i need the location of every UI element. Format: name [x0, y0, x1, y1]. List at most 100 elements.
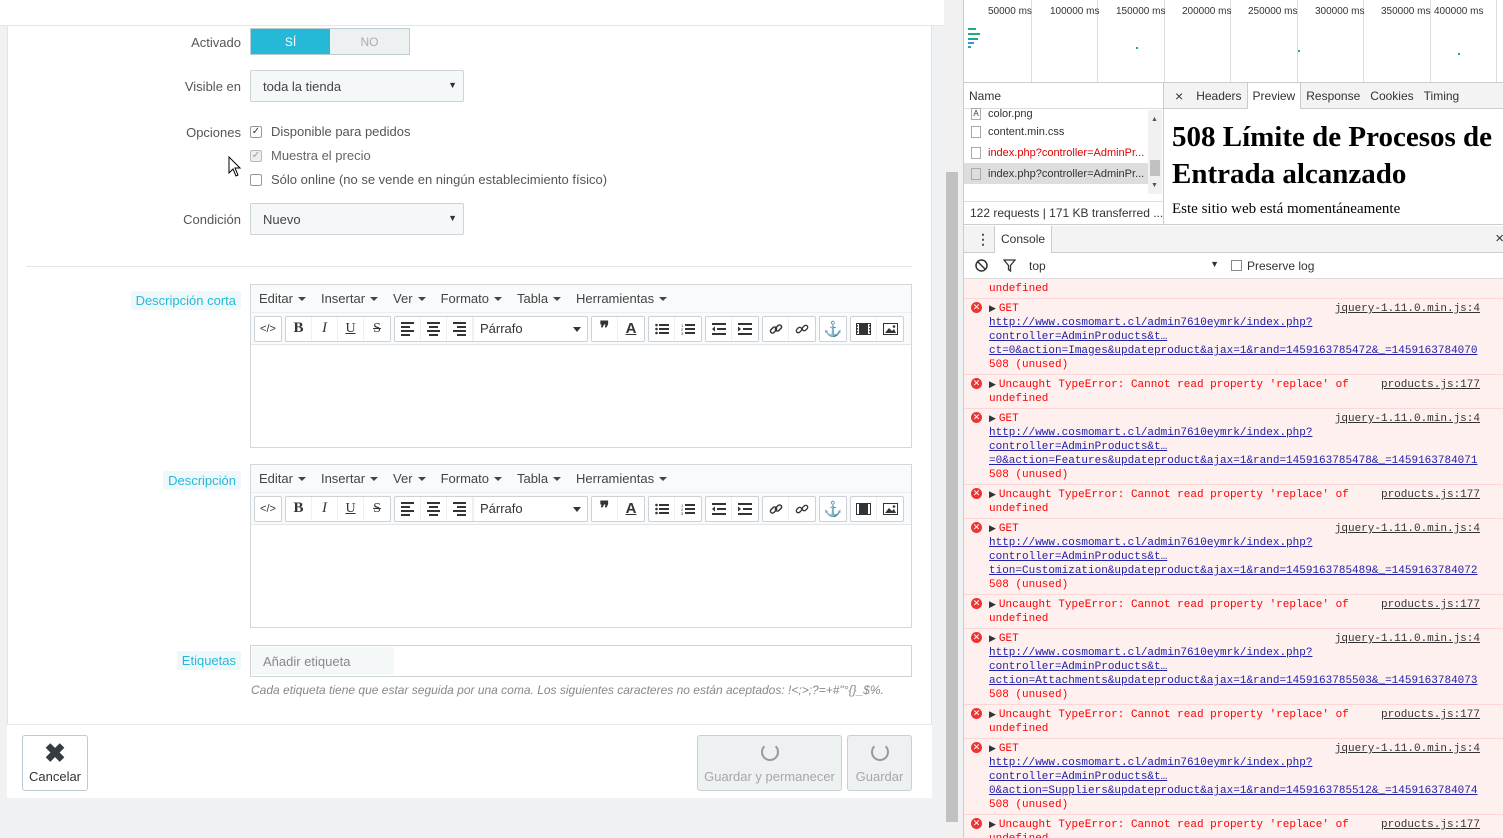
- menu-formato[interactable]: Formato: [441, 291, 502, 306]
- blockquote-icon[interactable]: ❞: [592, 316, 618, 341]
- tab-preview[interactable]: Preview: [1246, 83, 1302, 109]
- text-color-icon[interactable]: A: [618, 497, 644, 521]
- media-icon[interactable]: [851, 496, 877, 521]
- request-url[interactable]: controller=AdminProducts&t…: [989, 660, 1480, 674]
- tags-field[interactable]: Añadir etiqueta: [250, 645, 912, 677]
- expand-triangle-icon[interactable]: ▶: [989, 304, 996, 314]
- expand-triangle-icon[interactable]: ▶: [989, 414, 996, 424]
- anchor-icon[interactable]: ⚓: [820, 317, 846, 341]
- switch-no[interactable]: NO: [330, 29, 409, 54]
- menu-editar[interactable]: Editar: [259, 291, 306, 306]
- bold-icon[interactable]: B: [286, 316, 312, 341]
- expand-triangle-icon[interactable]: ▶: [989, 820, 996, 830]
- numbered-list-icon[interactable]: 123: [675, 497, 701, 521]
- menu-tabla[interactable]: Tabla: [517, 471, 561, 486]
- blockquote-icon[interactable]: ❞: [592, 496, 618, 521]
- align-left-icon[interactable]: [395, 316, 421, 341]
- menu-editar[interactable]: Editar: [259, 471, 306, 486]
- expand-triangle-icon[interactable]: ▶: [989, 490, 996, 500]
- code-icon[interactable]: </>: [255, 317, 281, 341]
- indent-icon[interactable]: [732, 497, 758, 521]
- console-type-error[interactable]: ✕ products.js:177 ▶ Uncaught TypeError: Can…: [964, 595, 1503, 629]
- console-network-error[interactable]: ✕ jquery-1.11.0.min.js:4 ▶ GET http://www.co…: [964, 629, 1503, 705]
- source-link[interactable]: jquery-1.11.0.min.js:4: [1335, 742, 1480, 756]
- menu-ver[interactable]: Ver: [393, 471, 426, 486]
- save-and-stay-button[interactable]: Guardar y permanecer: [697, 735, 842, 791]
- request-url[interactable]: tion=Customization&updateproduct&ajax=1&…: [989, 564, 1480, 578]
- request-url[interactable]: 0&action=Suppliers&updateproduct&ajax=1&…: [989, 784, 1480, 798]
- page-scrollbar[interactable]: [944, 0, 960, 838]
- anchor-icon[interactable]: ⚓: [820, 497, 846, 521]
- source-link[interactable]: jquery-1.11.0.min.js:4: [1335, 412, 1480, 426]
- expand-triangle-icon[interactable]: ▶: [989, 600, 996, 610]
- console-type-error[interactable]: ✕ products.js:177 ▶ Uncaught TypeError: Can…: [964, 705, 1503, 739]
- underline-icon[interactable]: U: [338, 316, 364, 341]
- save-button[interactable]: Guardar: [847, 735, 912, 791]
- bullet-list-icon[interactable]: [649, 316, 675, 341]
- request-row-selected[interactable]: index.php?controller=AdminPr...: [964, 163, 1148, 184]
- request-url[interactable]: controller=AdminProducts&t…: [989, 330, 1480, 344]
- option-available-orders[interactable]: ✓ Disponible para pedidos: [250, 124, 410, 139]
- request-url[interactable]: http://www.cosmomart.cl/admin7610eymrk/i…: [989, 536, 1480, 550]
- menu-herramientas[interactable]: Herramientas: [576, 471, 667, 486]
- option-online-only[interactable]: Sólo online (no se vende en ningún estab…: [250, 172, 607, 187]
- strikethrough-icon[interactable]: S: [364, 497, 390, 521]
- tags-input[interactable]: Añadir etiqueta: [252, 647, 394, 675]
- request-url[interactable]: http://www.cosmomart.cl/admin7610eymrk/i…: [989, 646, 1480, 660]
- menu-herramientas[interactable]: Herramientas: [576, 291, 667, 306]
- checkbox-checked-disabled-icon[interactable]: ✓: [250, 149, 262, 162]
- code-icon[interactable]: </>: [255, 497, 281, 521]
- scroll-down-icon[interactable]: ▼: [1151, 182, 1158, 189]
- preserve-log-checkbox[interactable]: Preserve log: [1231, 259, 1314, 273]
- source-link[interactable]: products.js:177: [1381, 488, 1480, 502]
- request-url[interactable]: =0&action=Features&updateproduct&ajax=1&…: [989, 454, 1480, 468]
- media-icon[interactable]: [851, 316, 877, 341]
- tab-response[interactable]: Response: [1301, 83, 1365, 109]
- outdent-icon[interactable]: [706, 316, 732, 341]
- italic-icon[interactable]: I: [312, 316, 338, 341]
- request-row[interactable]: content.min.css: [964, 121, 1148, 142]
- tab-cookies[interactable]: Cookies: [1365, 83, 1418, 109]
- expand-triangle-icon[interactable]: ▶: [989, 380, 996, 390]
- checkbox-unchecked-icon[interactable]: [1231, 260, 1242, 271]
- request-row[interactable]: index.php?controller=AdminPr...: [964, 142, 1148, 163]
- checkbox-unchecked-icon[interactable]: [250, 173, 262, 186]
- console-network-error[interactable]: ✕ jquery-1.11.0.min.js:4 ▶ GET http://www.co…: [964, 519, 1503, 595]
- description-editor[interactable]: Editar Insertar Ver Formato Tabla Herram…: [250, 464, 912, 628]
- short-description-content[interactable]: [251, 345, 911, 447]
- tab-console[interactable]: Console: [994, 225, 1053, 253]
- activado-switch[interactable]: SÍ NO: [250, 28, 410, 55]
- source-link[interactable]: products.js:177: [1381, 598, 1480, 612]
- expand-triangle-icon[interactable]: ▶: [989, 710, 996, 720]
- close-icon[interactable]: ×: [1170, 83, 1191, 109]
- console-network-error[interactable]: ✕ jquery-1.11.0.min.js:4 ▶ GET http://www.co…: [964, 299, 1503, 375]
- source-link[interactable]: products.js:177: [1381, 818, 1480, 832]
- network-timeline[interactable]: 50000 ms 100000 ms 150000 ms 200000 ms 2…: [964, 0, 1503, 83]
- expand-triangle-icon[interactable]: ▶: [989, 744, 996, 754]
- bullet-list-icon[interactable]: [649, 496, 675, 521]
- filter-icon[interactable]: [1003, 259, 1016, 272]
- strikethrough-icon[interactable]: S: [364, 317, 390, 341]
- request-url[interactable]: controller=AdminProducts&t…: [989, 770, 1480, 784]
- console-log[interactable]: undefined ✕ jquery-1.11.0.min.js:4 ▶ GET htt…: [964, 279, 1503, 838]
- unlink-icon[interactable]: [789, 317, 815, 341]
- visible-select[interactable]: toda la tienda ▼: [250, 70, 464, 102]
- close-drawer-icon[interactable]: ×: [1495, 230, 1503, 247]
- underline-icon[interactable]: U: [338, 496, 364, 521]
- menu-insertar[interactable]: Insertar: [321, 471, 378, 486]
- link-icon[interactable]: [763, 316, 789, 341]
- image-icon[interactable]: [877, 497, 903, 521]
- request-row[interactable]: Acolor.png: [964, 106, 1148, 121]
- console-type-error[interactable]: ✕ products.js:177 ▶ Uncaught TypeError: Can…: [964, 485, 1503, 519]
- source-link[interactable]: jquery-1.11.0.min.js:4: [1335, 632, 1480, 646]
- tab-headers[interactable]: Headers: [1191, 83, 1246, 109]
- console-network-error[interactable]: ✕ jquery-1.11.0.min.js:4 ▶ GET http://www.co…: [964, 739, 1503, 815]
- menu-ver[interactable]: Ver: [393, 291, 426, 306]
- bold-icon[interactable]: B: [286, 496, 312, 521]
- option-show-price[interactable]: ✓ Muestra el precio: [250, 148, 371, 163]
- numbered-list-icon[interactable]: 123: [675, 317, 701, 341]
- request-url[interactable]: http://www.cosmomart.cl/admin7610eymrk/i…: [989, 426, 1480, 440]
- request-url[interactable]: action=Attachments&updateproduct&ajax=1&…: [989, 674, 1480, 688]
- console-network-error[interactable]: ✕ jquery-1.11.0.min.js:4 ▶ GET http://www.co…: [964, 409, 1503, 485]
- short-description-editor[interactable]: Editar Insertar Ver Formato Tabla Herram…: [250, 284, 912, 448]
